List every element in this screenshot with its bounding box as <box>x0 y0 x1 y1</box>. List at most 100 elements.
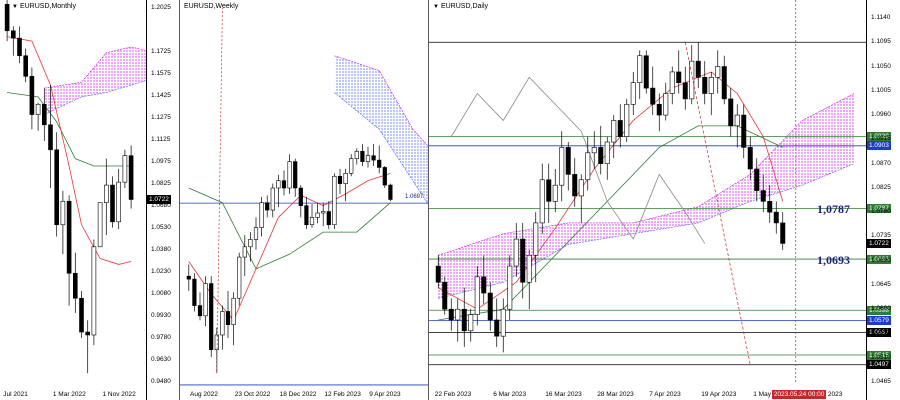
candle <box>321 202 326 227</box>
candle <box>526 249 532 310</box>
price-tick-label: 1.0825 <box>151 180 171 188</box>
time-tick-label: 18 Dec 2022 <box>279 391 317 398</box>
candle-body <box>23 55 29 77</box>
daily-chart-panel[interactable]: ▼ EURUSD,Daily 1.0920 1.0903 1.0787 1.0693 1.… <box>429 0 900 400</box>
candle-body <box>611 120 617 143</box>
candle <box>231 292 236 346</box>
tenkan-line <box>188 172 391 322</box>
candle <box>85 320 90 374</box>
candle <box>337 168 343 194</box>
collapse-triangle-icon[interactable]: ▼ <box>433 4 439 10</box>
level-price-box: 1.0497 <box>867 360 891 370</box>
candle <box>122 149 128 189</box>
candle-body <box>604 141 610 164</box>
candle-body <box>734 114 740 127</box>
level-price-box: 1.0579 <box>867 316 891 326</box>
candle-body <box>682 82 688 100</box>
candle <box>248 232 253 262</box>
candle-body <box>337 175 343 184</box>
candle <box>448 298 454 331</box>
candle <box>494 298 500 347</box>
candle <box>23 48 29 83</box>
weekly-chart-title: EURUSD,Weekly <box>184 3 239 10</box>
candle <box>676 50 682 94</box>
candle-body <box>520 238 526 283</box>
candle-body <box>760 190 766 202</box>
candle <box>4 0 10 42</box>
candle-body <box>192 278 197 306</box>
daily-price-axis[interactable]: 1.0920 1.0903 1.0787 1.0693 1.0598 1.0579 1.05… <box>866 0 900 400</box>
candle-body <box>461 308 467 332</box>
cloud-area <box>334 55 428 204</box>
candle-body <box>494 319 500 337</box>
candle-body <box>481 276 487 294</box>
candle <box>388 183 393 202</box>
candle <box>110 176 115 228</box>
daily-chart-canvas[interactable] <box>429 0 866 400</box>
candle <box>332 173 337 230</box>
candle <box>708 71 714 116</box>
current-price-box: 1.0722 <box>867 238 891 248</box>
candle <box>780 212 786 250</box>
candle-body <box>287 161 292 189</box>
time-tick-label: 22 Feb 2023 <box>434 391 472 398</box>
monthly-chart-canvas[interactable] <box>0 0 146 400</box>
candle-body <box>474 276 480 315</box>
candle-body <box>225 311 231 325</box>
time-tick-label: 12 Feb 2023 <box>324 391 361 398</box>
level-price-box: 1.0903 <box>867 141 891 151</box>
candle <box>253 217 259 250</box>
candle-body <box>598 147 604 164</box>
candle-body <box>695 60 701 78</box>
candle-body <box>298 187 303 206</box>
candle-body <box>565 147 571 175</box>
candle-body <box>365 155 371 162</box>
candle-body <box>448 308 454 321</box>
candle-body <box>304 205 309 226</box>
candle <box>343 168 348 202</box>
candle-body <box>35 103 41 115</box>
monthly-chart-panel[interactable]: ▼ EURUSD,Monthly 1.2025 1.1725 1.1425 1.1125… <box>0 0 180 400</box>
candle <box>73 252 78 313</box>
price-tick-label: 1.0600 <box>871 305 891 313</box>
candle <box>487 282 493 331</box>
time-tick-label: 19 Apr 2023 <box>701 391 737 398</box>
price-tick-label: 1.1125 <box>151 136 171 144</box>
candle <box>293 158 298 197</box>
candle-body <box>354 150 359 159</box>
candle <box>11 26 16 56</box>
candle-body <box>259 202 264 228</box>
candle <box>689 44 695 105</box>
candle <box>533 212 539 283</box>
candle-body <box>708 77 714 94</box>
candle-body <box>122 155 128 183</box>
candle <box>559 131 565 202</box>
candle <box>349 154 354 177</box>
monthly-price-axis[interactable]: 1.2025 1.1725 1.1425 1.1125 1.0825 1.0530 1.02… <box>146 0 179 400</box>
candle <box>721 55 727 105</box>
candle-body <box>455 308 461 321</box>
candle <box>35 102 41 131</box>
candle <box>304 196 309 230</box>
candle-body <box>360 150 365 162</box>
candle-body <box>676 71 682 84</box>
price-tick-label: 1.1725 <box>151 48 171 56</box>
candle-body <box>91 246 97 336</box>
cursor-date-label: 2023.05.24 00:00 <box>771 390 827 399</box>
cloud-area <box>438 93 855 299</box>
candle <box>715 50 721 94</box>
price-tick-label: 1.0975 <box>151 158 171 166</box>
weekly-chart-canvas[interactable] <box>180 0 429 400</box>
price-tick-label: 1.0960 <box>871 111 891 119</box>
time-tick-label: 28 Mar 2023 <box>597 391 634 398</box>
candle-body <box>242 246 247 258</box>
candle-body <box>110 184 115 223</box>
candle <box>309 204 315 228</box>
price-tick-label: 1.0080 <box>151 289 171 297</box>
candle-body <box>11 30 16 39</box>
candle-body <box>630 82 636 105</box>
collapse-triangle-icon[interactable]: ▼ <box>12 4 18 10</box>
candle-body <box>97 202 103 248</box>
candle-body <box>578 179 584 197</box>
weekly-chart-panel[interactable]: EURUSD,Weekly Aug 2022 23 Oct 2022 18 Dec … <box>180 0 429 400</box>
